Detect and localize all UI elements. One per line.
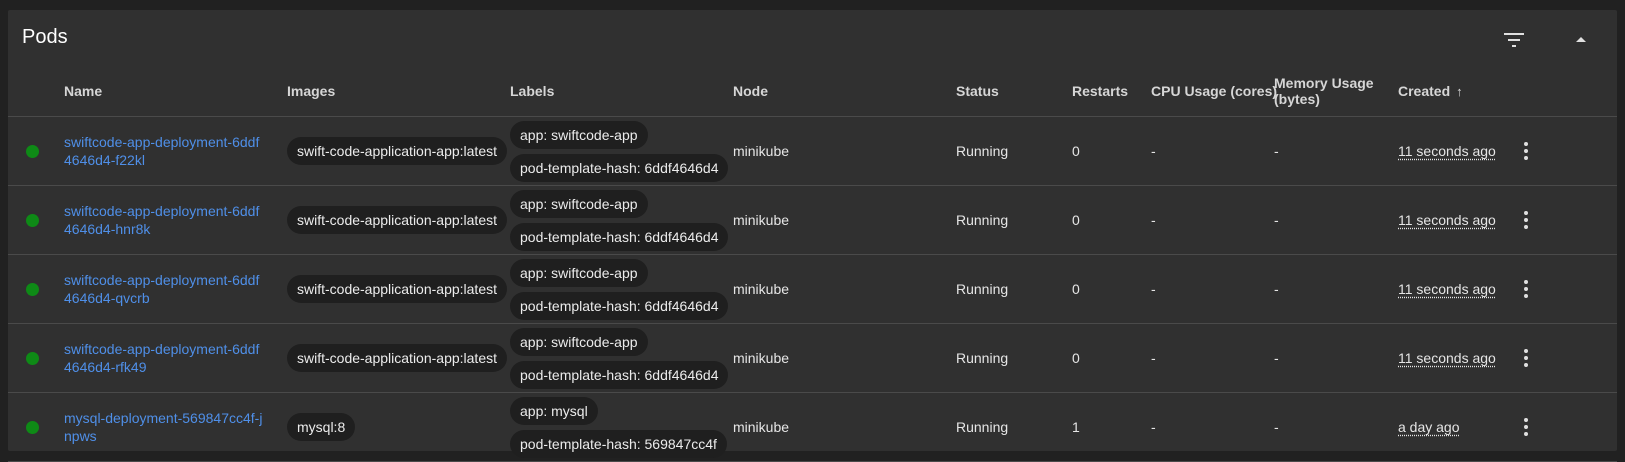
node-value: minikube <box>733 143 790 159</box>
table-row: swiftcode-app-deployment-6ddf4646d4-qvcr… <box>8 254 1617 324</box>
header-node: Node <box>733 66 956 117</box>
memory-value: - <box>1274 143 1279 159</box>
header-name[interactable]: Name <box>64 66 287 117</box>
table-row: swiftcode-app-deployment-6ddf4646d4-rfk4… <box>8 323 1617 393</box>
created-value: 11 seconds ago <box>1398 350 1496 366</box>
image-chip: swift-code-application-app:latest <box>287 206 507 234</box>
restarts-value: 0 <box>1072 143 1080 159</box>
label-chip: app: swiftcode-app <box>510 327 648 356</box>
label-chip: app: swiftcode-app <box>510 258 648 287</box>
memory-value: - <box>1274 281 1279 297</box>
header-status-indicator <box>8 66 64 117</box>
status-value: Running <box>956 212 1009 228</box>
created-value: 11 seconds ago <box>1398 143 1496 159</box>
restarts-value: 0 <box>1072 281 1080 297</box>
header-cpu: CPU Usage (cores) <box>1151 66 1277 117</box>
node-value: minikube <box>733 350 790 366</box>
label-chip: pod-template-hash: 6ddf4646d4 <box>510 222 729 251</box>
cpu-value: - <box>1151 281 1156 297</box>
more-vert-icon[interactable] <box>1514 277 1538 301</box>
sort-ascending-icon: ↑ <box>1456 83 1463 99</box>
label-chip: pod-template-hash: 6ddf4646d4 <box>510 153 729 182</box>
collapse-button[interactable] <box>1563 22 1599 58</box>
label-chip: app: swiftcode-app <box>510 120 648 149</box>
cpu-value: - <box>1151 212 1156 228</box>
restarts-value: 1 <box>1072 419 1080 435</box>
labels-stack: app: swiftcode-app pod-template-hash: 6dd… <box>510 258 733 320</box>
status-running-icon <box>26 351 39 365</box>
status-running-icon <box>26 282 39 296</box>
restarts-value: 0 <box>1072 212 1080 228</box>
created-value: 11 seconds ago <box>1398 212 1496 228</box>
label-chip: pod-template-hash: 6ddf4646d4 <box>510 360 729 389</box>
pod-name-link[interactable]: mysql-deployment-569847cc4f-jnpws <box>64 409 264 445</box>
image-chip: mysql:8 <box>287 413 356 441</box>
status-running-icon <box>26 213 39 227</box>
label-chip: app: swiftcode-app <box>510 189 648 218</box>
header-memory: Memory Usage (bytes) <box>1274 66 1398 117</box>
image-chip: swift-code-application-app:latest <box>287 344 507 372</box>
header-actions <box>1514 66 1617 117</box>
created-value: 11 seconds ago <box>1398 281 1496 297</box>
more-vert-icon[interactable] <box>1514 139 1538 163</box>
image-chip: swift-code-application-app:latest <box>287 275 507 303</box>
node-value: minikube <box>733 419 790 435</box>
card-header: Pods <box>8 10 1617 66</box>
table-row: swiftcode-app-deployment-6ddf4646d4-hnr8… <box>8 185 1617 255</box>
header-restarts: Restarts <box>1072 66 1151 117</box>
status-running-icon <box>26 144 39 158</box>
header-created-label: Created <box>1398 82 1451 99</box>
cpu-value: - <box>1151 350 1156 366</box>
more-vert-icon[interactable] <box>1514 208 1538 232</box>
table-row: mysql-deployment-569847cc4f-jnpws mysql:… <box>8 392 1617 462</box>
pods-card: Pods Name Images Labels Node Status Rest… <box>8 10 1617 462</box>
table-row: swiftcode-app-deployment-6ddf4646d4-f22k… <box>8 116 1617 186</box>
pods-table: Name Images Labels Node Status Restarts … <box>8 66 1617 462</box>
node-value: minikube <box>733 212 790 228</box>
table-header-row: Name Images Labels Node Status Restarts … <box>8 66 1617 117</box>
header-labels: Labels <box>510 66 733 117</box>
label-chip: app: mysql <box>510 396 598 425</box>
memory-value: - <box>1274 350 1279 366</box>
header-images: Images <box>287 66 510 117</box>
status-value: Running <box>956 143 1009 159</box>
more-vert-icon[interactable] <box>1514 415 1538 439</box>
labels-stack: app: swiftcode-app pod-template-hash: 6dd… <box>510 120 733 182</box>
pod-name-link[interactable]: swiftcode-app-deployment-6ddf4646d4-qvcr… <box>64 271 264 307</box>
header-status: Status <box>956 66 1072 117</box>
node-value: minikube <box>733 281 790 297</box>
status-running-icon <box>26 420 39 434</box>
pod-name-link[interactable]: swiftcode-app-deployment-6ddf4646d4-hnr8… <box>64 202 264 238</box>
cpu-value: - <box>1151 143 1156 159</box>
created-value: a day ago <box>1398 419 1460 435</box>
pod-name-link[interactable]: swiftcode-app-deployment-6ddf4646d4-rfk4… <box>64 340 264 376</box>
status-value: Running <box>956 350 1009 366</box>
labels-stack: app: swiftcode-app pod-template-hash: 6dd… <box>510 327 733 389</box>
more-vert-icon[interactable] <box>1514 346 1538 370</box>
memory-value: - <box>1274 212 1279 228</box>
cpu-value: - <box>1151 419 1156 435</box>
restarts-value: 0 <box>1072 350 1080 366</box>
status-value: Running <box>956 419 1009 435</box>
status-value: Running <box>956 281 1009 297</box>
header-created[interactable]: Created ↑ <box>1398 66 1514 117</box>
filter-icon <box>1504 33 1524 47</box>
labels-stack: app: mysql pod-template-hash: 569847cc4f <box>510 396 733 458</box>
labels-stack: app: swiftcode-app pod-template-hash: 6dd… <box>510 189 733 251</box>
memory-value: - <box>1274 419 1279 435</box>
pod-name-link[interactable]: swiftcode-app-deployment-6ddf4646d4-f22k… <box>64 133 264 169</box>
label-chip: pod-template-hash: 569847cc4f <box>510 429 727 458</box>
label-chip: pod-template-hash: 6ddf4646d4 <box>510 291 729 320</box>
filter-button[interactable] <box>1496 22 1532 58</box>
chevron-up-icon <box>1576 37 1586 42</box>
card-title: Pods <box>22 26 68 48</box>
image-chip: swift-code-application-app:latest <box>287 137 507 165</box>
